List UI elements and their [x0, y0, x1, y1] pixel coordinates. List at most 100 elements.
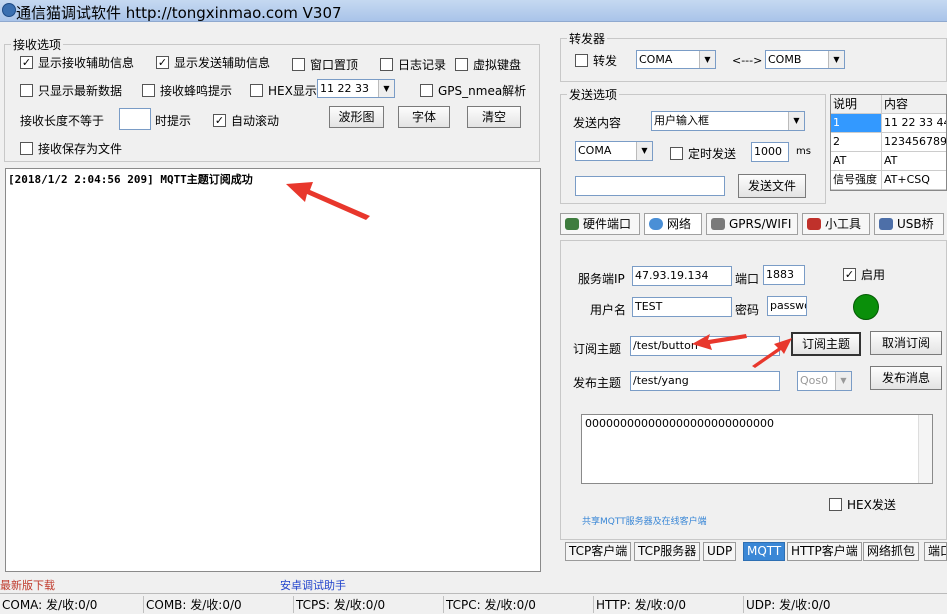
tab-usb-bridge[interactable]: USB桥 [874, 213, 944, 235]
tab-port[interactable]: 端口 [924, 542, 947, 561]
antenna-icon [711, 218, 725, 230]
cell-content: AT+CSQ [884, 173, 930, 186]
gps-nmea-checkbox[interactable]: GPS_nmea解析 [420, 82, 526, 99]
send-content-select[interactable]: 用户输入框 ▼ [651, 111, 805, 131]
tab-hardware-port[interactable]: 硬件端口 [560, 213, 640, 235]
select-value: Qos0 [800, 374, 829, 387]
latest-only-checkbox[interactable]: 只显示最新数据 [20, 82, 122, 99]
status-comb: COMB: 发/收:0/0 [143, 596, 242, 613]
forward-port-a-select[interactable]: COMA ▼ [636, 50, 716, 69]
subscribe-button[interactable]: 订阅主题 [791, 332, 861, 356]
select-value: COMA [639, 53, 673, 66]
send-content-label: 发送内容 [573, 116, 622, 130]
interval-unit-label: ms [796, 146, 811, 157]
save-to-file-checkbox[interactable]: 接收保存为文件 [20, 140, 122, 157]
status-udp: UDP: 发/收:0/0 [743, 596, 831, 613]
username-input[interactable]: TEST [632, 297, 732, 317]
unsubscribe-button[interactable]: 取消订阅 [870, 331, 942, 355]
checkbox-box [380, 58, 393, 71]
tab-network[interactable]: 网络 [644, 213, 702, 235]
cell-content: 11 22 33 44 5 [884, 116, 946, 129]
tab-mqtt[interactable]: MQTT [743, 542, 786, 561]
tool-tab-bar: 硬件端口 网络 GPRS/WIFI 小工具 USB桥 [560, 213, 947, 237]
message-scrollbar[interactable] [918, 415, 932, 483]
message-textarea[interactable]: 000000000000000000000000000 [581, 414, 933, 484]
cell-desc: 1 [831, 114, 882, 132]
checkbox-label: 只显示最新数据 [38, 84, 123, 98]
hex-display-checkbox[interactable]: HEX显示 [250, 82, 317, 99]
port-input[interactable]: 1883 [763, 265, 805, 285]
forward-checkbox[interactable]: 转发 [575, 52, 617, 69]
cell-desc: 信号强度 [831, 171, 882, 189]
send-options-legend: 发送选项 [569, 88, 618, 102]
font-button[interactable]: 字体 [398, 106, 450, 128]
check-icon: ✓ [156, 56, 169, 69]
table-row[interactable]: AT AT [831, 152, 946, 171]
table-header: 说明 内容 [831, 95, 946, 114]
tab-label: 网络 [667, 217, 692, 231]
send-file-path-input[interactable] [575, 176, 725, 196]
hex-send-checkbox[interactable]: HEX发送 [829, 496, 896, 513]
share-note-link[interactable]: 共享MQTT服务器及在线客户端 [582, 514, 707, 527]
recv-beep-checkbox[interactable]: 接收蜂鸣提示 [142, 82, 232, 99]
show-recv-info-checkbox[interactable]: ✓ 显示接收辅助信息 [20, 54, 134, 71]
qos-select[interactable]: Qos0 ▼ [797, 371, 852, 391]
send-port-select[interactable]: COMA ▼ [575, 141, 653, 161]
tab-tcp-server[interactable]: TCP服务器 [634, 542, 701, 561]
tab-tools[interactable]: 小工具 [802, 213, 870, 235]
tab-udp[interactable]: UDP [703, 542, 737, 561]
tab-tcp-client[interactable]: TCP客户端 [565, 542, 632, 561]
virtual-keyboard-checkbox[interactable]: 虚拟键盘 [455, 56, 521, 73]
receive-text-area[interactable]: [2018/1/2 2:04:56 209] MQTT主题订阅成功 [5, 168, 541, 572]
tab-label: GPRS/WIFI [729, 217, 792, 231]
latest-download-link[interactable]: 最新版下载 [0, 577, 55, 593]
select-value: COMA [578, 144, 612, 157]
chevron-down-icon: ▼ [699, 51, 715, 68]
cell-desc: AT [831, 152, 882, 170]
cell-desc: 2 [831, 133, 882, 151]
table-row[interactable]: 2 123456789 [831, 133, 946, 152]
chevron-down-icon: ▼ [636, 142, 652, 160]
show-send-info-checkbox[interactable]: ✓ 显示发送辅助信息 [156, 54, 270, 71]
checkbox-label: HEX发送 [847, 498, 896, 512]
sub-topic-input[interactable]: /test/button [630, 336, 780, 356]
hex-display-select[interactable]: 11 22 33 ▼ [317, 79, 395, 98]
waveform-button[interactable]: 波形图 [329, 106, 384, 128]
log-record-checkbox[interactable]: 日志记录 [380, 56, 446, 73]
tab-http-client[interactable]: HTTP客户端 [787, 542, 862, 561]
send-file-button[interactable]: 发送文件 [738, 174, 806, 198]
window-top-checkbox[interactable]: 窗口置顶 [292, 56, 358, 73]
checkbox-label: 启用 [861, 268, 886, 282]
timed-send-checkbox[interactable]: 定时发送 [670, 145, 736, 162]
table-row[interactable]: 信号强度 AT+CSQ [831, 171, 946, 190]
server-ip-input[interactable]: 47.93.19.134 [632, 266, 732, 286]
tab-label: USB桥 [897, 217, 934, 231]
window-title: 通信猫调试软件 http://tongxinmao.com V307 [16, 4, 342, 22]
cell-content: AT [884, 154, 898, 167]
tab-gprs-wifi[interactable]: GPRS/WIFI [706, 213, 798, 235]
table-row[interactable]: 1 11 22 33 44 5 [831, 114, 946, 133]
publish-button[interactable]: 发布消息 [870, 366, 942, 390]
checkbox-label: 转发 [593, 54, 618, 68]
android-helper-link[interactable]: 安卓调试助手 [280, 577, 346, 593]
status-tcpc: TCPC: 发/收:0/0 [443, 596, 536, 613]
checkbox-box [829, 498, 842, 511]
interval-input[interactable]: 1000 [751, 142, 789, 162]
checkbox-box [292, 58, 305, 71]
clear-button[interactable]: 清空 [467, 106, 521, 128]
app-icon [2, 3, 16, 17]
forward-port-b-select[interactable]: COMB ▼ [765, 50, 845, 69]
check-icon: ✓ [843, 268, 856, 281]
tab-packet-capture[interactable]: 网络抓包 [863, 542, 920, 561]
password-input[interactable]: passwo [767, 296, 807, 316]
enable-checkbox[interactable]: ✓ 启用 [843, 266, 885, 283]
length-input[interactable] [119, 108, 151, 130]
chevron-down-icon: ▼ [378, 80, 394, 97]
status-http: HTTP: 发/收:0/0 [593, 596, 686, 613]
toolbox-icon [807, 218, 821, 230]
status-bar: COMA: 发/收:0/0 COMB: 发/收:0/0 TCPS: 发/收:0/… [0, 593, 947, 614]
checkbox-label: 接收保存为文件 [38, 142, 123, 156]
auto-scroll-checkbox[interactable]: ✓ 自动滚动 [213, 112, 279, 129]
pub-topic-input[interactable]: /test/yang [630, 371, 780, 391]
command-table: 说明 内容 1 11 22 33 44 5 2 123456789 AT AT … [830, 94, 947, 191]
